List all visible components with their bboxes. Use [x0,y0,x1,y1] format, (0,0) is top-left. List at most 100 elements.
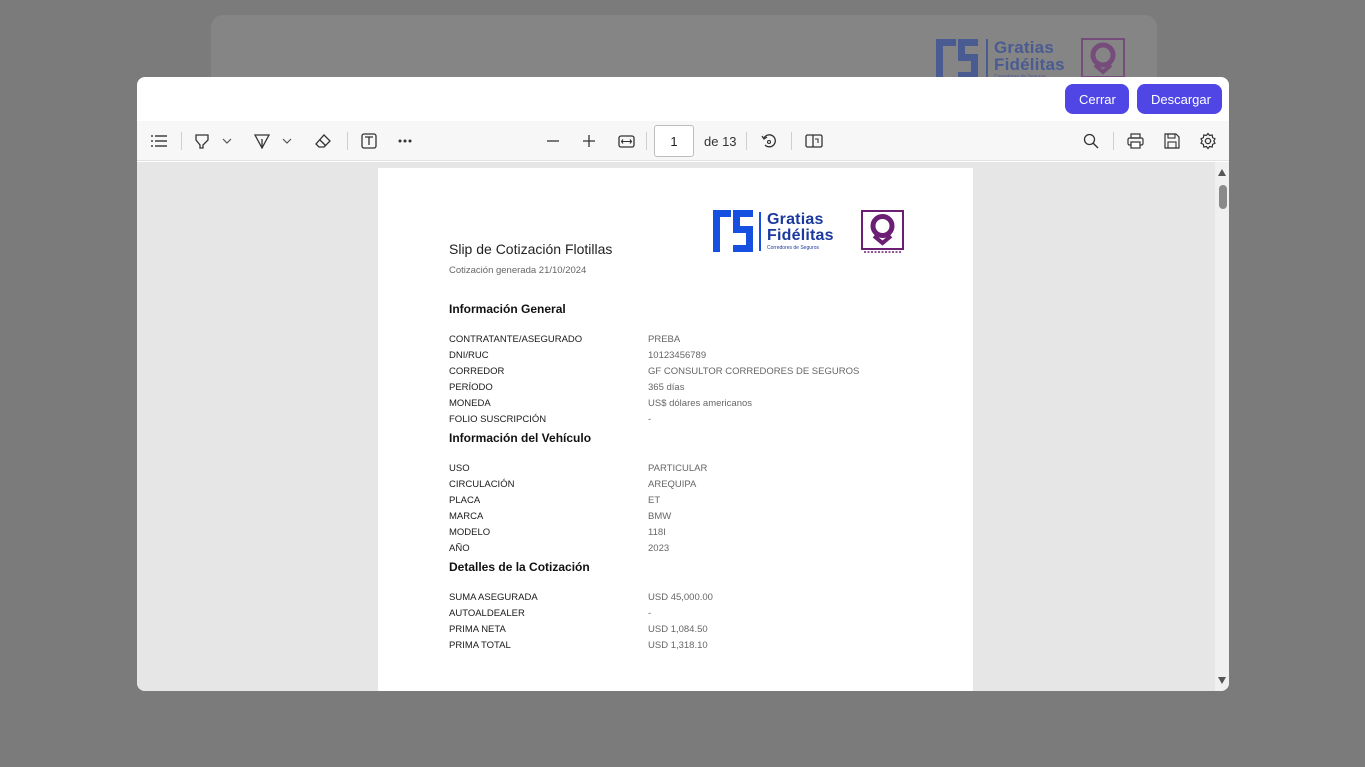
print-icon[interactable] [1125,129,1145,153]
pdf-viewport[interactable]: Gratias Fidélitas Corredores de Seguros … [137,162,1229,691]
document-subtitle: Cotización generada 21/10/2024 [449,265,587,276]
row-label: MARCA [449,511,484,522]
row-value: PREBA [648,334,681,345]
text-box-icon[interactable] [359,129,379,153]
info-row: PERÍODO 365 días [449,382,909,393]
more-icon[interactable] [395,129,415,153]
row-label: AUTOALDEALER [449,608,525,619]
row-value: PARTICULAR [648,463,708,474]
row-label: MODELO [449,527,491,538]
toolbar-separator [646,132,647,150]
row-value: 10123456789 [648,350,707,361]
page-number-input[interactable]: 1 [654,125,694,157]
close-button[interactable]: Cerrar [1065,84,1129,114]
info-row: SUMA ASEGURADA USD 45,000.00 [449,592,909,603]
logo-tagline: Corredores de Seguros [767,244,819,251]
logo-name-line1: Gratias [767,210,824,228]
row-label: PRIMA NETA [449,624,506,635]
info-row: CONTRATANTE/ASEGURADO PREBA [449,334,909,345]
row-value: USD 45,000.00 [648,592,713,603]
background-logo-line1: Gratias [994,37,1054,57]
gf-logo: Gratias Fidélitas Corredores de Seguros [713,210,834,252]
modal-header: Cerrar Descargar [137,77,1229,121]
row-value: USD 1,084.50 [648,624,708,635]
row-label: CIRCULACIÓN [449,479,515,490]
document-title: Slip de Cotización Flotillas [449,241,613,257]
info-row: PRIMA NETA USD 1,084.50 [449,624,909,635]
fit-width-icon[interactable] [615,129,637,153]
highlight-icon[interactable] [193,129,211,153]
row-label: DNI/RUC [449,350,489,361]
page-view-icon[interactable] [803,129,825,153]
chevron-down-icon[interactable] [221,129,233,153]
row-value: US$ dólares americanos [648,398,753,409]
section-heading-vehicle: Información del Vehículo [449,431,592,445]
pdf-viewer-modal: Cerrar Descargar 1 de 13 Gratias Fidélit… [137,77,1229,691]
gf-logo-mark-icon [713,210,753,252]
row-value: ET [648,495,661,506]
row-value: 2023 [648,543,670,554]
info-row: MARCA BMW [449,511,909,522]
scrollbar-thumb[interactable] [1219,185,1227,209]
row-label: USO [449,463,470,474]
toolbar-separator [791,132,792,150]
pdf-toolbar: 1 de 13 [137,121,1229,161]
info-row: DNI/RUC 10123456789 [449,350,909,361]
info-row: MODELO 118I [449,527,909,538]
row-label: SUMA ASEGURADA [449,592,538,603]
info-row: CORREDOR GF CONSULTOR CORREDORES DE SEGUR… [449,366,909,377]
row-value: AREQUIPA [648,479,697,490]
row-label: MONEDA [449,398,491,409]
zoom-in-icon[interactable] [579,129,599,153]
info-row: PRIMA TOTAL USD 1,318.10 [449,640,909,651]
q-logo-icon [861,210,904,253]
row-label: PERÍODO [449,382,493,393]
eraser-icon[interactable] [314,129,332,153]
row-value: BMW [648,511,672,522]
row-label: CONTRATANTE/ASEGURADO [449,334,583,345]
row-value: - [648,414,652,425]
row-label: CORREDOR [449,366,505,377]
settings-icon[interactable] [1198,129,1218,153]
row-label: PLACA [449,495,481,506]
search-icon[interactable] [1081,129,1101,153]
toolbar-separator [347,132,348,150]
row-label: PRIMA TOTAL [449,640,511,651]
scroll-up-arrow-icon[interactable] [1218,169,1226,176]
row-value: - [648,608,652,619]
q-logo-icon [1080,38,1125,78]
save-icon[interactable] [1162,129,1182,153]
row-value: 365 días [648,382,685,393]
row-value: USD 1,318.10 [648,640,708,651]
row-value: 118I [648,527,666,538]
info-row: MONEDA US$ dólares americanos [449,398,909,409]
info-row: USO PARTICULAR [449,463,909,474]
gf-logo-mark-icon [936,39,978,79]
info-row: PLACA ET [449,495,909,506]
vertical-scrollbar[interactable] [1215,162,1229,691]
info-row: CIRCULACIÓN AREQUIPA [449,479,909,490]
draw-icon[interactable] [253,129,271,153]
scroll-down-arrow-icon[interactable] [1218,677,1226,684]
background-logo-line2: Fidélitas [994,54,1065,74]
logo-name-line2: Fidélitas [767,226,834,244]
section-heading-general: Información General [449,302,566,316]
info-row: FOLIO SUSCRIPCIÓN - [449,414,909,425]
toolbar-separator [746,132,747,150]
pdf-page: Gratias Fidélitas Corredores de Seguros … [378,168,973,691]
toc-icon[interactable] [149,129,169,153]
download-button[interactable]: Descargar [1137,84,1222,114]
page-total-label: de 13 [704,134,737,149]
rotate-icon[interactable] [758,129,780,153]
row-value: GF CONSULTOR CORREDORES DE SEGUROS [648,366,860,377]
chevron-down-icon[interactable] [281,129,293,153]
section-heading-quote-details: Detalles de la Cotización [449,560,590,574]
toolbar-separator [181,132,182,150]
zoom-out-icon[interactable] [543,129,563,153]
info-row: AUTOALDEALER - [449,608,909,619]
background-logo: Gratias Fidélitas Corredores de Seguros [936,38,1125,80]
row-label: FOLIO SUSCRIPCIÓN [449,414,547,425]
row-label: AÑO [449,543,470,554]
info-row: AÑO 2023 [449,543,909,554]
toolbar-separator [1113,132,1114,150]
